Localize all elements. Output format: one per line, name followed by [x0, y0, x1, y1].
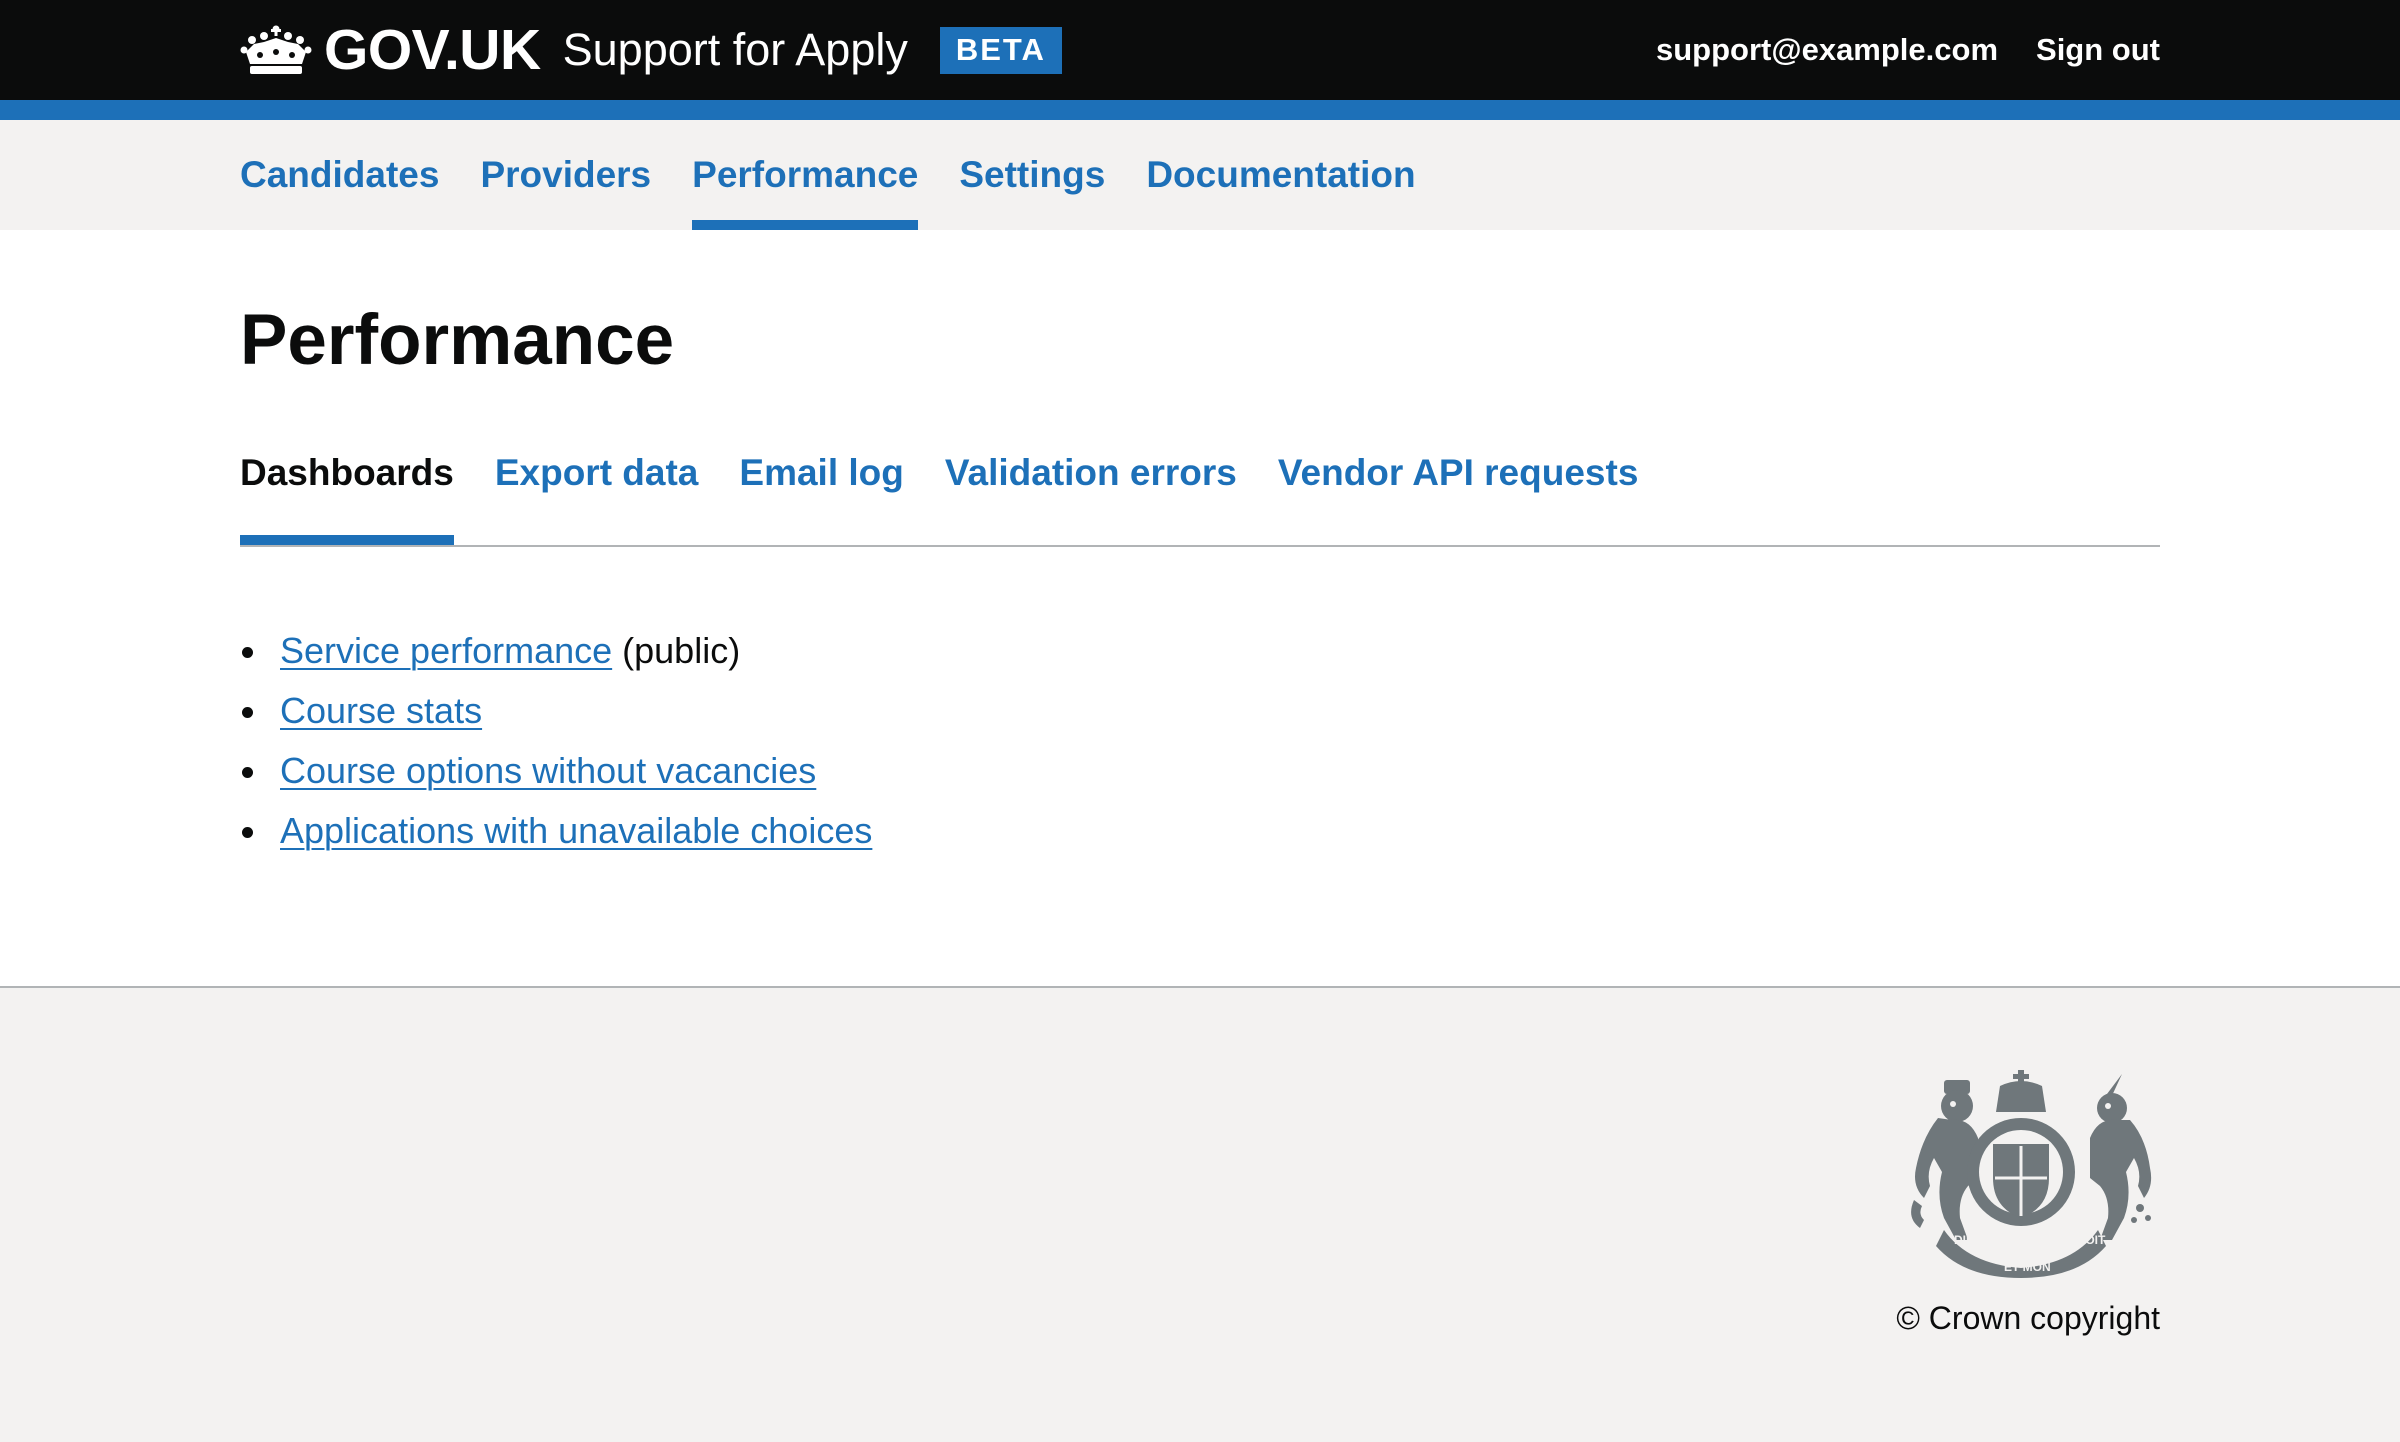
header-account-links: support@example.com Sign out	[1656, 32, 2160, 68]
nav-item-documentation[interactable]: Documentation	[1146, 120, 1415, 230]
nav-item-candidates[interactable]: Candidates	[240, 120, 439, 230]
tab-dashboards[interactable]: Dashboards	[240, 450, 454, 546]
crest-motto-left: DIEU	[1954, 1233, 1983, 1247]
tab-validation-errors[interactable]: Validation errors	[945, 450, 1237, 545]
crown-copyright-link[interactable]: © Crown copyright	[1896, 1300, 2160, 1337]
primary-navigation: Candidates Providers Performance Setting…	[0, 120, 2400, 230]
list-item: Course options without vacancies	[240, 741, 2160, 801]
sign-out-link[interactable]: Sign out	[2036, 32, 2160, 68]
site-footer: DIEU ET MON DROIT © Crown copyright	[0, 986, 2400, 1442]
crest-motto-right: DROIT	[2068, 1233, 2106, 1247]
list-item: Course stats	[240, 681, 2160, 741]
tab-export-data[interactable]: Export data	[495, 450, 699, 545]
phase-tag: BETA	[939, 26, 1062, 74]
course-stats-link[interactable]: Course stats	[280, 690, 482, 731]
applications-with-unavailable-choices-link[interactable]: Applications with unavailable choices	[280, 810, 872, 851]
tab-email-log[interactable]: Email log	[739, 450, 903, 545]
dashboard-links-list: Service performance (public) Course stat…	[240, 621, 2160, 861]
govuk-logotype: GOV.UK	[324, 18, 541, 82]
list-item: Applications with unavailable choices	[240, 801, 2160, 861]
main-content: Performance Dashboards Export data Email…	[0, 230, 2400, 986]
service-performance-link[interactable]: Service performance	[280, 630, 612, 671]
nav-item-providers[interactable]: Providers	[480, 120, 651, 230]
course-options-without-vacancies-link[interactable]: Course options without vacancies	[280, 750, 816, 791]
crest-motto-middle: ET MON	[2004, 1260, 2051, 1274]
govuk-logo-link[interactable]: GOV.UK	[240, 17, 541, 83]
royal-coat-of-arms-icon: DIEU ET MON DROIT	[1911, 1070, 2152, 1278]
public-suffix: (public)	[612, 630, 741, 672]
site-header: GOV.UK Support for Apply BETA support@ex…	[0, 0, 2400, 120]
user-email-link[interactable]: support@example.com	[1656, 32, 1998, 68]
nav-item-settings[interactable]: Settings	[959, 120, 1105, 230]
list-item: Service performance (public)	[240, 621, 2160, 681]
tab-vendor-api-requests[interactable]: Vendor API requests	[1278, 450, 1639, 545]
nav-item-performance[interactable]: Performance	[692, 120, 919, 230]
page-title: Performance	[240, 301, 675, 380]
service-name[interactable]: Support for Apply	[563, 24, 908, 76]
secondary-navigation: Dashboards Export data Email log Validat…	[240, 450, 2160, 548]
crown-icon	[240, 25, 312, 74]
